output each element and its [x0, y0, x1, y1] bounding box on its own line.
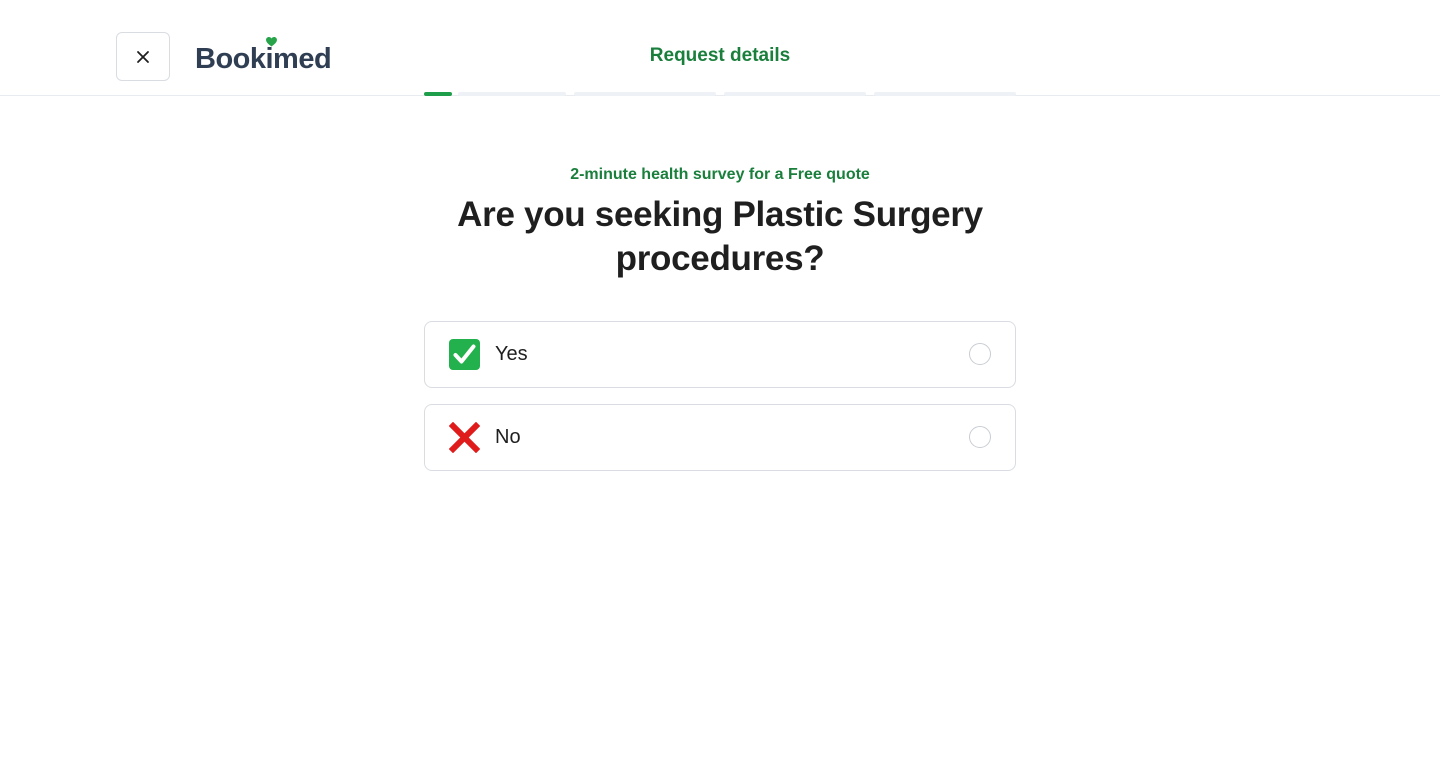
radio-button[interactable] [969, 426, 991, 448]
progress-step-1-track [458, 92, 566, 96]
progress-step-2 [574, 92, 716, 96]
option-no-label: No [495, 426, 521, 448]
progress-step-4 [874, 92, 1016, 96]
progress-step-1-fill [424, 92, 452, 96]
cross-mark-icon [449, 422, 480, 453]
check-mark-button-icon [449, 339, 480, 370]
option-yes-label: Yes [495, 343, 528, 365]
page-title: Request details [649, 45, 791, 66]
survey-subtitle: 2-minute health survey for a Free quote [570, 166, 870, 183]
radio-button[interactable] [969, 343, 991, 365]
option-no[interactable]: No [424, 404, 1016, 471]
header: Bookimed Request details [0, 0, 1440, 96]
survey-question: Are you seeking Plastic Surgery procedur… [457, 195, 983, 278]
option-yes[interactable]: Yes [424, 321, 1016, 388]
progress-step-3 [724, 92, 866, 96]
